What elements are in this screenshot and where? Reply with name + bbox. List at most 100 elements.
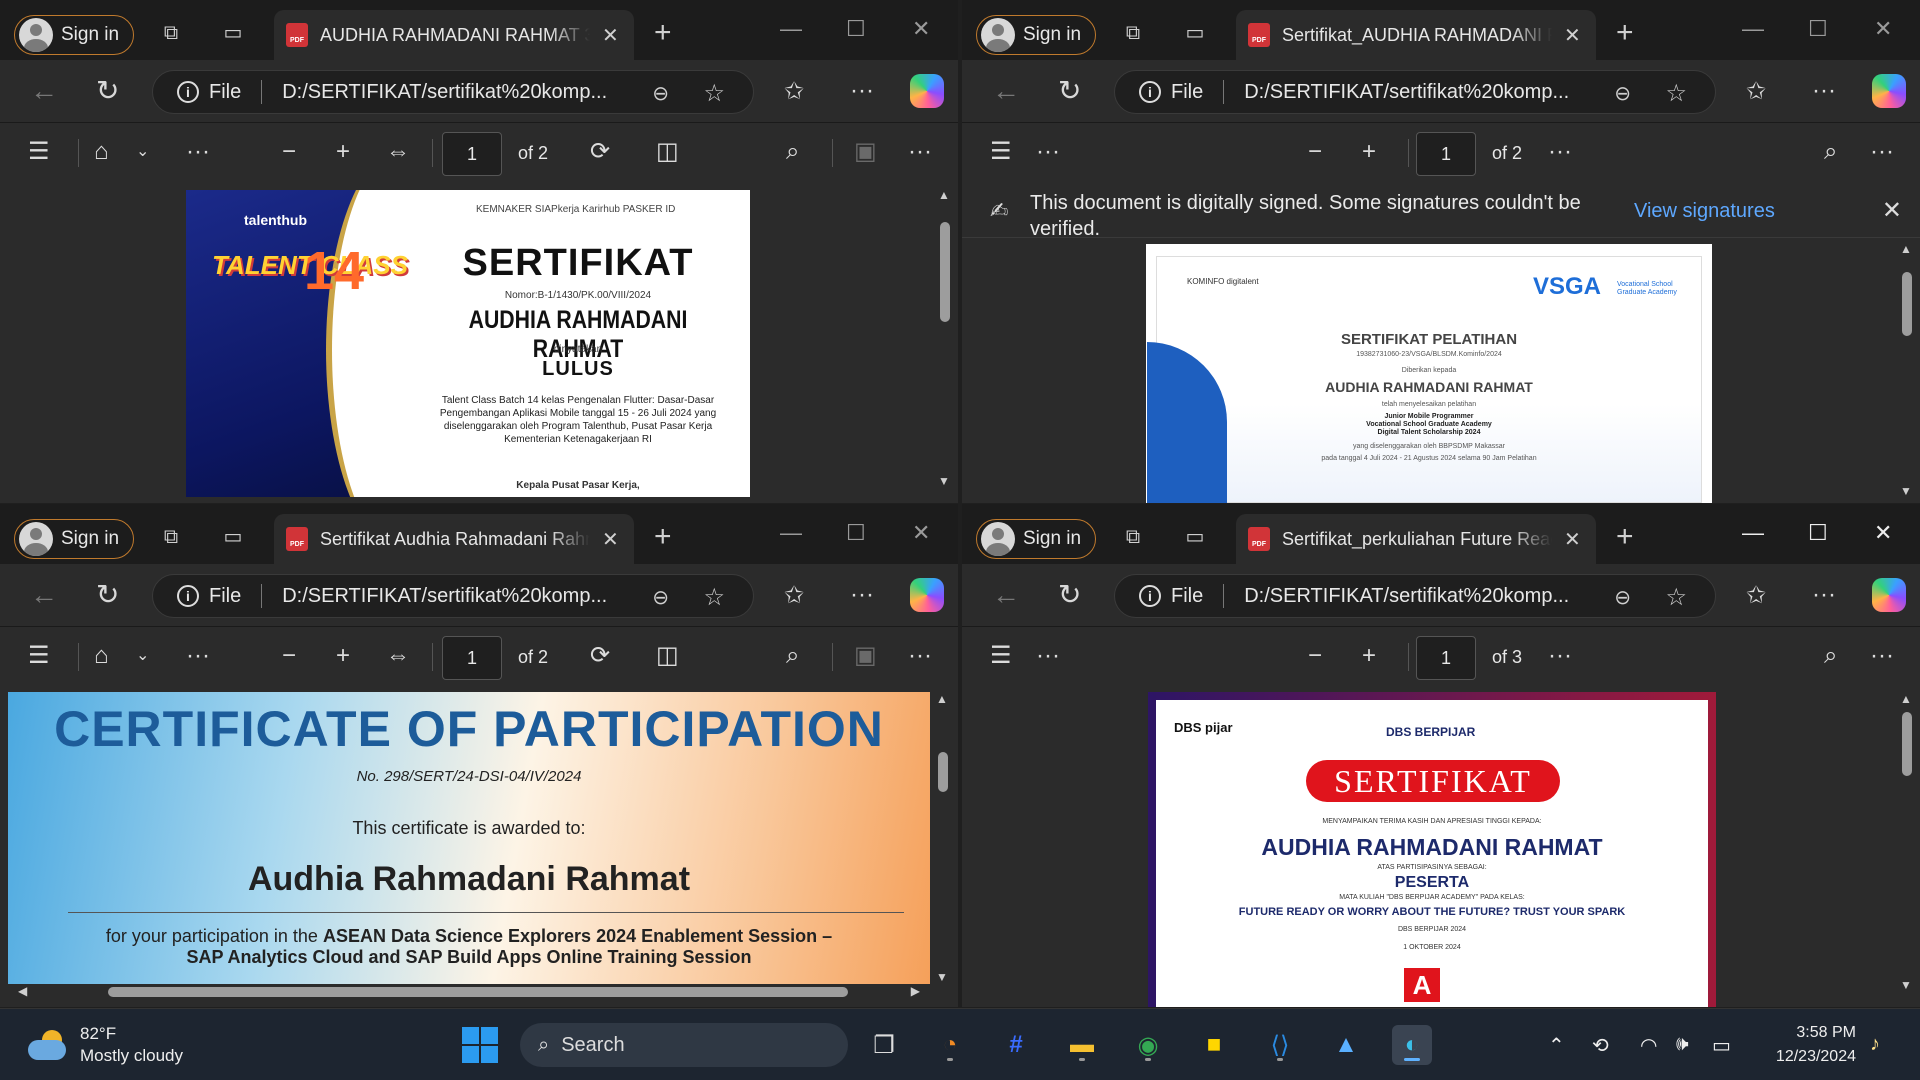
search-icon[interactable]: ⌕: [786, 643, 799, 669]
new-tab-button[interactable]: +: [1616, 522, 1634, 552]
pdf-viewport[interactable]: ✍ This document is digitally signed. Som…: [962, 182, 1920, 503]
photos-icon[interactable]: ▲: [1326, 1025, 1366, 1065]
rotate-icon[interactable]: ⟳: [590, 643, 610, 669]
weather-widget[interactable]: 82°F Mostly cloudy: [28, 1023, 183, 1067]
favorites-icon[interactable]: ✩: [784, 77, 804, 106]
more-options-icon[interactable]: ···: [908, 139, 932, 165]
tab-close-icon[interactable]: ✕: [602, 527, 619, 552]
favorite-star-icon[interactable]: ☆: [703, 79, 725, 108]
favorites-icon[interactable]: ✩: [784, 581, 804, 610]
chevron-up-icon[interactable]: ⌃: [1548, 1033, 1565, 1058]
page-view-icon[interactable]: ◫: [656, 643, 679, 669]
zoom-in-icon[interactable]: +: [336, 139, 350, 165]
pdf-viewport[interactable]: DBS pijar DBS BERPIJAR SERTIFIKAT MENYAM…: [962, 686, 1920, 1007]
zoom-out-icon[interactable]: −: [282, 139, 296, 165]
blender-icon[interactable]: ◔: [930, 1025, 970, 1065]
more-options-icon[interactable]: ···: [850, 77, 874, 105]
zoom-icon[interactable]: ⊖: [1614, 81, 1631, 106]
page-number-input[interactable]: 1: [442, 132, 502, 176]
favorites-icon[interactable]: ✩: [1746, 77, 1766, 106]
close-icon[interactable]: ✕: [1882, 196, 1902, 225]
page-number-input[interactable]: 1: [1416, 132, 1476, 176]
back-arrow-icon[interactable]: ←: [992, 76, 1020, 106]
vertical-scrollbar[interactable]: ▲ ▼: [936, 692, 950, 984]
new-tab-button[interactable]: +: [654, 18, 672, 48]
view-signatures-link[interactable]: View signatures: [1634, 200, 1775, 223]
close-button[interactable]: ✕: [1874, 16, 1892, 42]
pdf-viewport[interactable]: CERTIFICATE OF PARTICIPATION No. 298/SER…: [0, 686, 958, 1007]
file-explorer-icon[interactable]: ▬: [1062, 1025, 1102, 1065]
zoom-icon[interactable]: ⊖: [652, 81, 669, 106]
url-field[interactable]: i File D:/SERTIFIKAT/sertifikat%20komp..…: [152, 574, 754, 618]
tab-close-icon[interactable]: ✕: [602, 23, 619, 48]
tab-active[interactable]: PDF Sertifikat_AUDHIA RAHMADANI R ✕: [1236, 10, 1596, 60]
zoom-in-icon[interactable]: +: [1362, 139, 1376, 165]
more-options-icon[interactable]: ···: [908, 643, 932, 669]
notifications-bell-icon[interactable]: ♪: [1870, 1033, 1880, 1056]
page-number-input[interactable]: 1: [442, 636, 502, 680]
search-icon[interactable]: ⌕: [1824, 643, 1837, 669]
sign-in-button[interactable]: Sign in: [976, 519, 1096, 559]
copilot-icon[interactable]: [910, 578, 944, 612]
favorite-star-icon[interactable]: ☆: [703, 583, 725, 612]
info-icon[interactable]: i: [177, 585, 199, 607]
reload-icon[interactable]: ↻: [96, 580, 119, 610]
fit-width-icon[interactable]: ⇔: [386, 643, 410, 669]
more-tools-icon[interactable]: ···: [1036, 139, 1060, 165]
highlight-icon[interactable]: ⌂: [94, 139, 109, 165]
sync-icon[interactable]: ⟲: [1592, 1033, 1609, 1058]
contents-icon[interactable]: ☰: [990, 139, 1012, 165]
url-field[interactable]: i File D:/SERTIFIKAT/sertifikat%20komp..…: [152, 70, 754, 114]
info-icon[interactable]: i: [177, 81, 199, 103]
horizontal-scrollbar[interactable]: ◀ ▶: [8, 984, 930, 1000]
info-icon[interactable]: i: [1139, 585, 1161, 607]
more-options-icon[interactable]: ···: [1870, 139, 1894, 165]
more-options-icon[interactable]: ···: [1812, 581, 1836, 609]
tab-active[interactable]: PDF Sertifikat_perkuliahan Future Read ✕: [1236, 514, 1596, 564]
zoom-in-icon[interactable]: +: [336, 643, 350, 669]
maximize-button[interactable]: ☐: [846, 520, 866, 546]
back-arrow-icon[interactable]: ←: [992, 580, 1020, 610]
tab-active[interactable]: PDF AUDHIA RAHMADANI RAHMAT 3 ✕: [274, 10, 634, 60]
tab-actions-icon[interactable]: ▭: [222, 22, 244, 44]
start-button[interactable]: [460, 1025, 500, 1065]
clock[interactable]: 3:58 PM 12/23/2024: [1756, 1021, 1856, 1069]
search-icon[interactable]: ⌕: [786, 139, 799, 165]
more-tools-icon[interactable]: ···: [186, 643, 210, 669]
more-options-icon[interactable]: ···: [1812, 77, 1836, 105]
info-icon[interactable]: i: [1139, 81, 1161, 103]
page-view-icon[interactable]: ◫: [656, 139, 679, 165]
wifi-icon[interactable]: ◠: [1640, 1033, 1657, 1058]
sign-in-button[interactable]: Sign in: [14, 15, 134, 55]
maximize-button[interactable]: ☐: [1808, 16, 1828, 42]
tab-close-icon[interactable]: ✕: [1564, 527, 1581, 552]
tab-actions-icon[interactable]: ▭: [1184, 22, 1206, 44]
copilot-icon[interactable]: [1872, 74, 1906, 108]
vertical-scrollbar[interactable]: ▲ ▼: [1900, 242, 1914, 498]
favorite-star-icon[interactable]: ☆: [1665, 79, 1687, 108]
battery-icon[interactable]: ▭: [1712, 1033, 1731, 1058]
url-field[interactable]: i File D:/SERTIFIKAT/sertifikat%20komp..…: [1114, 574, 1716, 618]
vertical-scrollbar[interactable]: ▲ ▼: [938, 188, 952, 488]
close-button[interactable]: ✕: [1874, 520, 1892, 546]
reload-icon[interactable]: ↻: [1058, 76, 1081, 106]
reload-icon[interactable]: ↻: [1058, 580, 1081, 610]
workspaces-icon[interactable]: ⧉: [1122, 526, 1144, 548]
back-arrow-icon[interactable]: ←: [30, 580, 58, 610]
task-view-icon[interactable]: ❐: [864, 1025, 904, 1065]
more-options-icon[interactable]: ···: [1548, 643, 1572, 669]
sign-in-button[interactable]: Sign in: [14, 519, 134, 559]
copilot-icon[interactable]: [1872, 578, 1906, 612]
more-options-icon[interactable]: ···: [850, 581, 874, 609]
app-hash-icon[interactable]: #: [996, 1025, 1036, 1065]
more-tools-icon[interactable]: ···: [1036, 643, 1060, 669]
favorites-icon[interactable]: ✩: [1746, 581, 1766, 610]
search-icon[interactable]: ⌕: [1824, 139, 1837, 165]
fit-width-icon[interactable]: ⇔: [386, 139, 410, 165]
close-button[interactable]: ✕: [912, 520, 930, 546]
minimize-button[interactable]: —: [780, 520, 802, 546]
zoom-icon[interactable]: ⊖: [1614, 585, 1631, 610]
chevron-down-icon[interactable]: ⌄: [136, 139, 149, 165]
zoom-out-icon[interactable]: −: [282, 643, 296, 669]
vertical-scrollbar[interactable]: ▲ ▼: [1900, 692, 1914, 992]
